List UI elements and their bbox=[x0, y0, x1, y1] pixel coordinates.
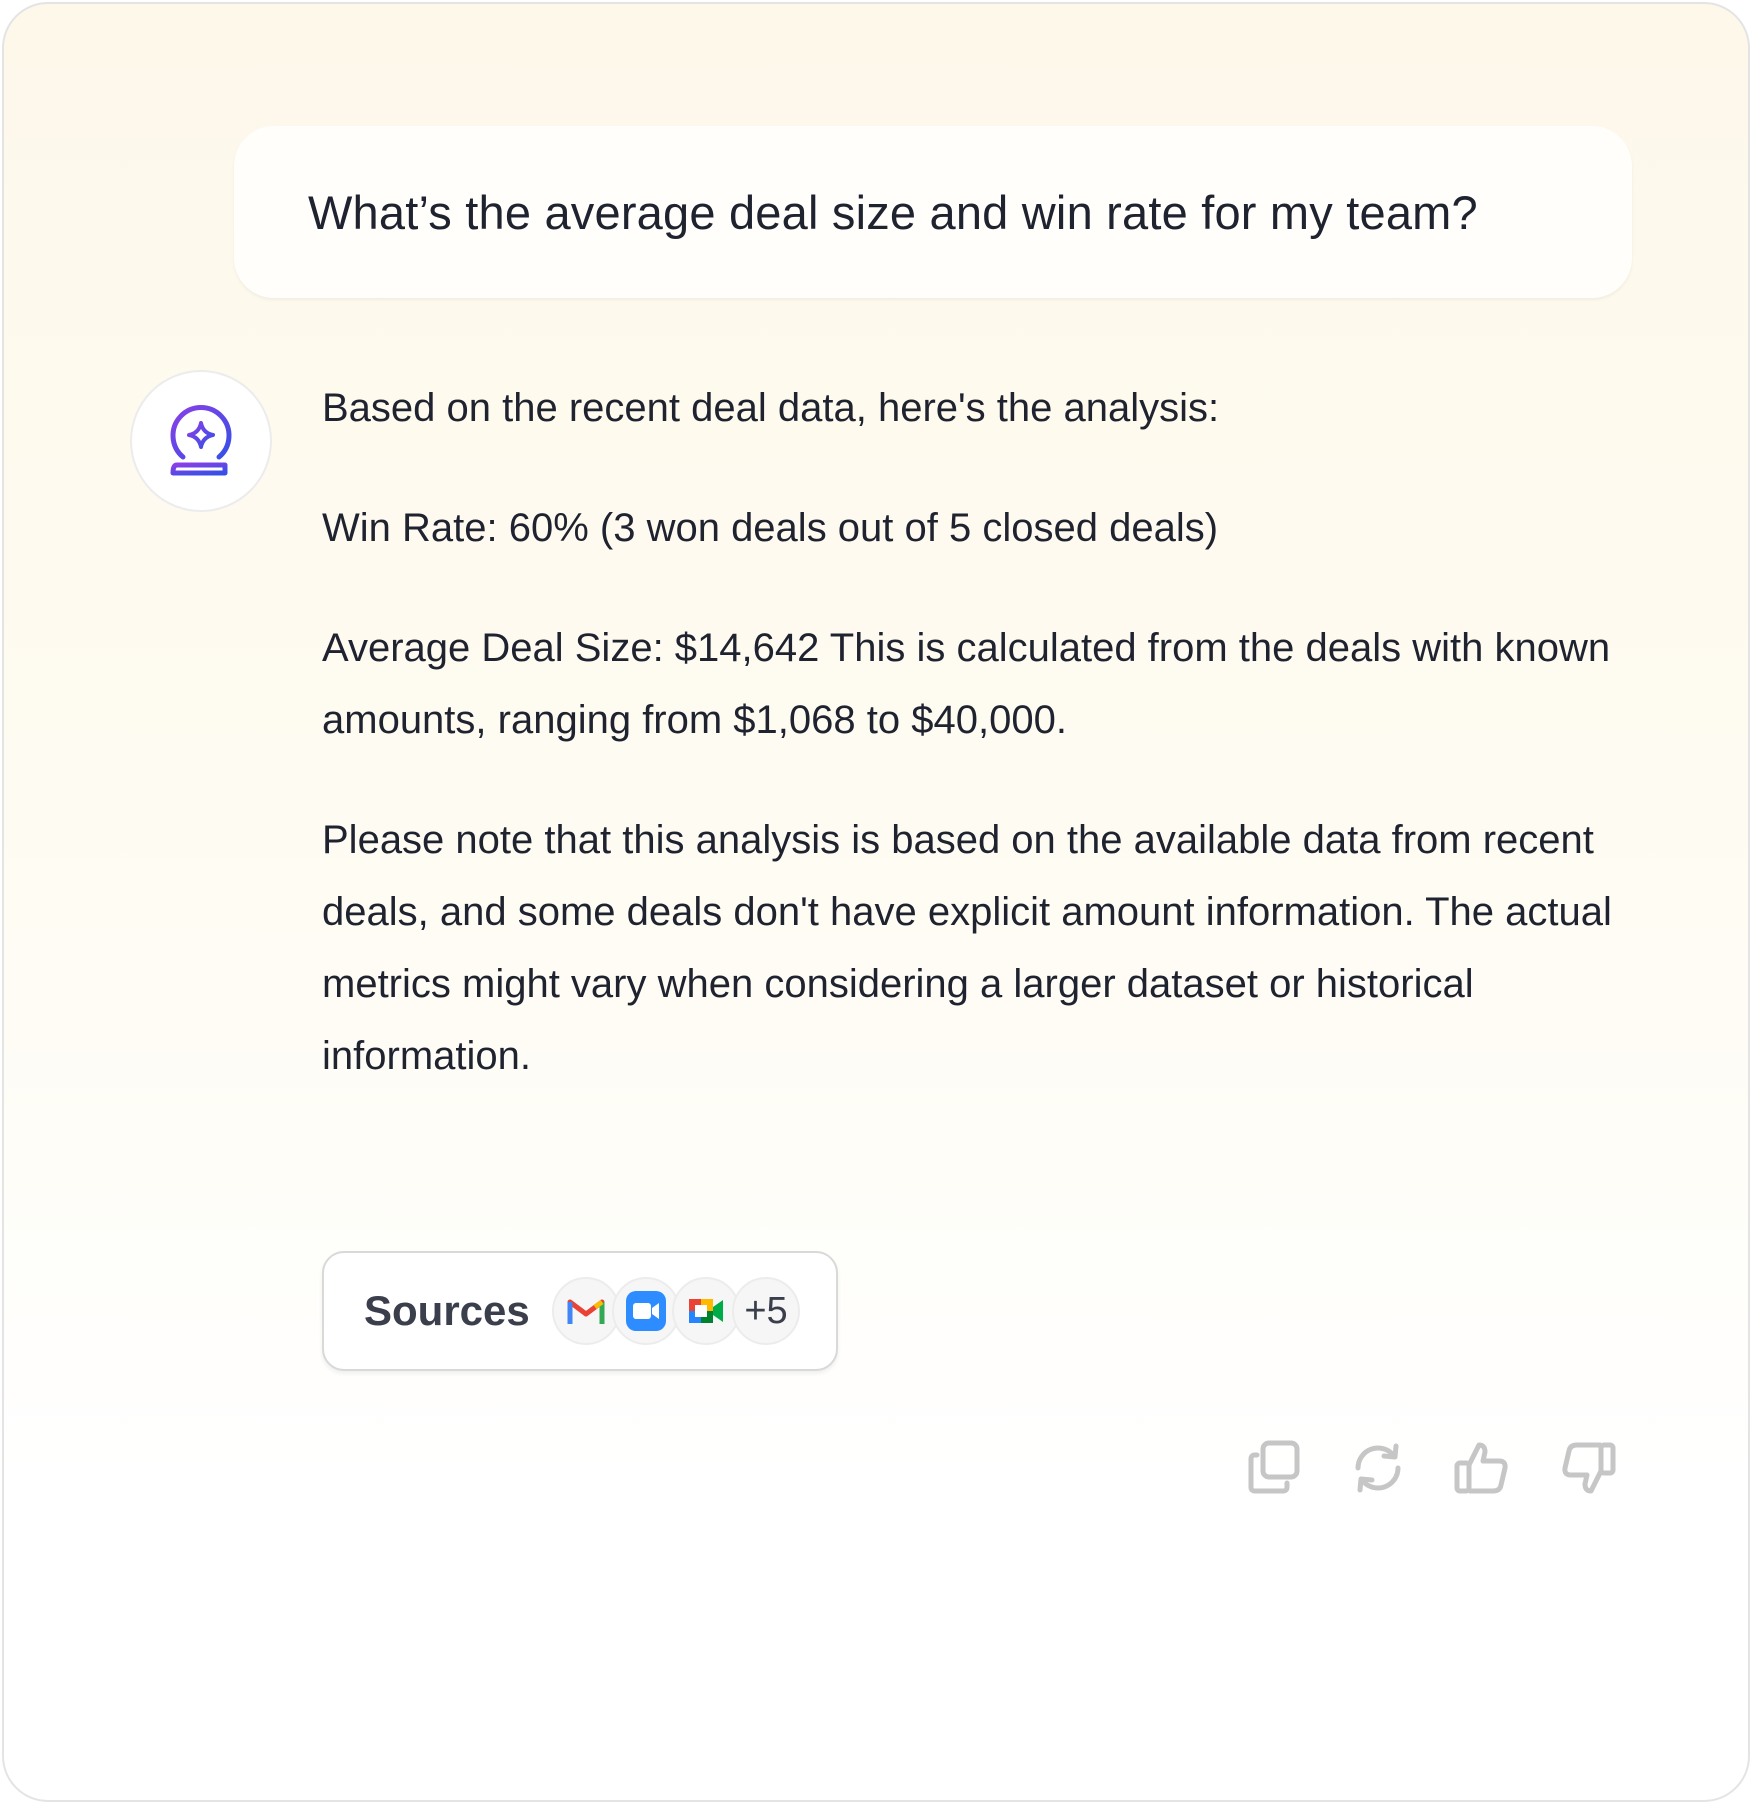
gmail-icon bbox=[552, 1277, 620, 1345]
more-sources-badge: +5 bbox=[732, 1277, 800, 1345]
thumbs-up-icon[interactable] bbox=[1450, 1436, 1514, 1500]
google-meet-icon bbox=[672, 1277, 740, 1345]
answer-paragraph: Based on the recent deal data, here's th… bbox=[322, 386, 1220, 430]
answer-paragraph: Please note that this analysis is based … bbox=[322, 818, 1612, 1078]
crystal-ball-sparkle-icon bbox=[163, 399, 239, 484]
more-sources-count: +5 bbox=[744, 1289, 788, 1332]
answer-paragraph: Average Deal Size: $14,642 This is calcu… bbox=[322, 626, 1611, 742]
assistant-avatar bbox=[130, 370, 272, 512]
user-message-bubble: What’s the average deal size and win rat… bbox=[234, 126, 1632, 298]
assistant-answer: Based on the recent deal data, here's th… bbox=[322, 372, 1642, 1078]
copy-icon[interactable] bbox=[1242, 1436, 1306, 1500]
zoom-icon bbox=[612, 1277, 680, 1345]
user-message-text: What’s the average deal size and win rat… bbox=[308, 185, 1478, 239]
regenerate-icon[interactable] bbox=[1346, 1436, 1410, 1500]
answer-paragraph: Win Rate: 60% (3 won deals out of 5 clos… bbox=[322, 506, 1219, 550]
chat-card: What’s the average deal size and win rat… bbox=[2, 2, 1750, 1802]
sources-label: Sources bbox=[364, 1287, 530, 1334]
thumbs-down-icon[interactable] bbox=[1556, 1436, 1620, 1500]
sources-button[interactable]: Sources +5 bbox=[322, 1251, 838, 1371]
